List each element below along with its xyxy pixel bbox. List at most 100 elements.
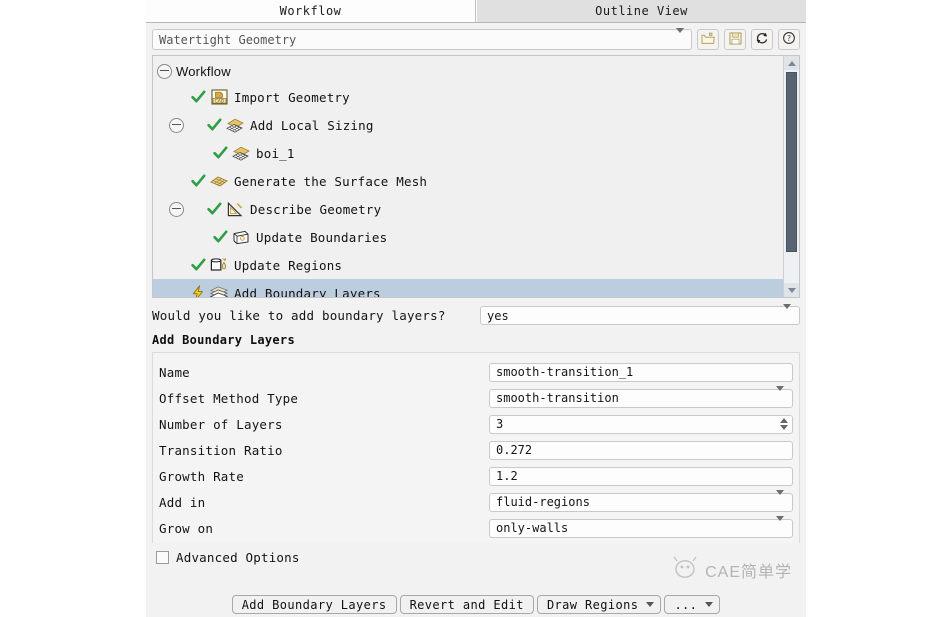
fluent-meshing-workflow-panel: Workflow Outline View Watertight Geometr… [146,0,806,617]
revert-and-edit-button[interactable]: Revert and Edit [399,595,534,614]
property-input-transition-ratio[interactable]: 0.272 [489,440,793,460]
tree-item-label: boi_1 [256,145,295,161]
revert-and-edit-button-label: Revert and Edit [409,597,524,612]
boundary-layers-question-select[interactable]: yes [480,303,800,325]
workflow-tree: Workflow CAD Import Geometry Add Local S… [153,56,784,297]
chevron-down-icon[interactable] [646,602,655,607]
local-sizing-icon [225,116,245,134]
tree-item-generate-the-surface-mesh[interactable]: Generate the Surface Mesh [153,167,784,195]
tab-outline-view-label: Outline View [595,4,688,18]
collapse-toggle-icon[interactable] [169,201,184,217]
surface-mesh-icon [209,172,229,190]
property-label-grow-on: Grow on [159,520,214,536]
scroll-down-arrow[interactable] [784,283,799,297]
tree-item-label: Update Boundaries [256,229,388,245]
property-value-add-in: fluid-regions [496,495,590,509]
workflow-type-select[interactable]: Watertight Geometry [152,27,692,50]
tree-root-workflow[interactable]: Workflow [153,59,784,83]
scroll-up-arrow[interactable] [784,56,799,70]
checkmark-icon [212,145,228,161]
checkmark-icon [190,89,206,105]
describe-geometry-icon [225,200,245,218]
property-select-offset-method-type[interactable]: smooth-transition [489,386,793,408]
draw-regions-button[interactable]: Draw Regions [536,595,662,614]
chevron-down-icon [676,27,684,47]
help-button[interactable]: ? [778,29,800,50]
tree-item-label: Update Regions [234,257,343,273]
property-label-offset-method-type: Offset Method Type [159,390,299,406]
property-select-grow-on[interactable]: only-walls [489,516,793,538]
reset-workflow-button[interactable] [751,29,773,50]
pending-bolt-icon [190,285,206,297]
tree-item-update-boundaries[interactable]: Update Boundaries [153,223,784,251]
tree-item-label: Describe Geometry [250,201,382,217]
tab-workflow-label: Workflow [279,4,342,18]
boundaries-icon [231,228,251,246]
chevron-down-icon[interactable] [705,602,714,607]
regions-icon [209,256,229,274]
tree-item-boi-1[interactable]: boi_1 [153,139,784,167]
checkmark-icon [190,257,206,273]
tree-item-label: Add Local Sizing [250,117,374,133]
local-sizing-icon [231,144,251,162]
property-row-growth-rate: Growth Rate 1.2 [153,463,799,489]
property-value-offset-method-type: smooth-transition [496,391,619,405]
add-boundary-layers-button-label: Add Boundary Layers [241,597,387,612]
property-row-offset-method-type: Offset Method Type smooth-transition [153,385,799,411]
checkmark-icon [206,201,222,217]
property-label-transition-ratio: Transition Ratio [159,442,283,458]
property-value-number-of-layers: 3 [496,417,504,431]
tree-item-import-geometry[interactable]: CAD Import Geometry [153,83,784,111]
chevron-down-icon [776,516,784,535]
boundary-layers-question-label: Would you like to add boundary layers? [152,308,446,323]
svg-text:?: ? [787,34,791,43]
refresh-icon [755,31,769,48]
property-row-add-in: Add in fluid-regions [153,489,799,515]
add-boundary-layers-button[interactable]: Add Boundary Layers [231,595,397,614]
question-help-icon: ? [782,31,796,48]
tree-vertical-scrollbar[interactable] [783,56,799,297]
tab-outline-view[interactable]: Outline View [476,0,806,22]
tree-item-label: Import Geometry [234,89,350,105]
property-row-name: Name smooth-transition_1 [153,359,799,385]
open-workflow-button[interactable] [697,29,719,50]
tree-item-add-local-sizing[interactable]: Add Local Sizing [153,111,784,139]
property-input-name[interactable]: smooth-transition_1 [489,362,793,382]
collapse-toggle-icon[interactable] [169,117,184,133]
property-select-add-in[interactable]: fluid-regions [489,490,793,512]
tab-workflow[interactable]: Workflow [146,0,476,22]
tree-item-add-boundary-layers[interactable]: Add Boundary Layers [153,279,784,297]
tree-item-update-regions[interactable]: Update Regions [153,251,784,279]
advanced-options-checkbox[interactable] [156,551,169,564]
property-row-number-of-layers: Number of Layers 3 [153,411,799,437]
draw-regions-button-label: Draw Regions [546,597,639,612]
checkmark-icon [190,173,206,189]
more-options-button[interactable]: ... [664,595,721,614]
property-input-growth-rate[interactable]: 1.2 [489,466,793,486]
action-button-bar: Add Boundary Layers Revert and Edit Draw R… [146,595,806,614]
property-value-transition-ratio: 0.272 [496,443,533,457]
workflow-type-value: Watertight Geometry [159,32,297,47]
scrollbar-thumb[interactable] [786,72,797,252]
tree-item-describe-geometry[interactable]: Describe Geometry [153,195,784,223]
spinner-up-icon[interactable] [779,418,788,423]
cad-import-icon: CAD [209,88,229,106]
section-title: Add Boundary Layers [152,333,295,347]
save-workflow-button[interactable] [724,29,746,50]
tab-strip: Workflow Outline View [146,0,806,23]
boundary-layers-icon [209,284,229,297]
spinner-down-icon[interactable] [779,425,788,430]
workflow-toolbar: Watertight Geometry ? [146,23,806,55]
checkmark-icon [212,229,228,245]
property-label-add-in: Add in [159,494,206,510]
svg-text:CAD: CAD [214,98,224,104]
more-options-button-label: ... [674,597,698,612]
checkmark-icon [206,117,222,133]
property-label-number-of-layers: Number of Layers [159,416,283,432]
collapse-toggle-icon[interactable] [157,63,172,79]
property-input-number-of-layers[interactable]: 3 [489,414,793,434]
boundary-layers-question-value: yes [487,308,509,323]
property-row-transition-ratio: Transition Ratio 0.272 [153,437,799,463]
spinner-stepper[interactable] [777,417,790,432]
advanced-options-row[interactable]: Advanced Options [146,543,806,565]
